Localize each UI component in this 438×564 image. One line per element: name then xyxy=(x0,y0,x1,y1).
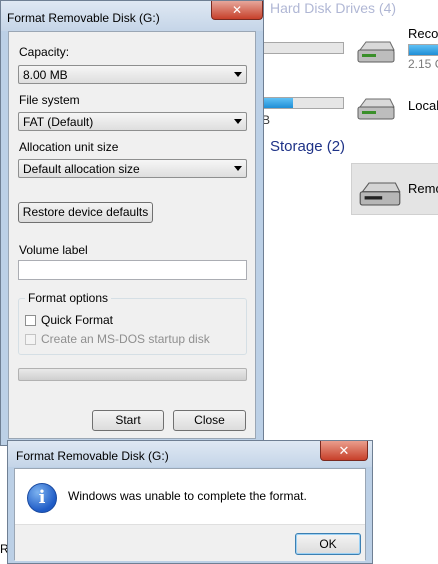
restore-device-defaults-button[interactable]: Restore device defaults xyxy=(18,202,153,223)
drive-usage-bar xyxy=(408,44,438,56)
file-system-label: File system xyxy=(19,93,80,107)
volume-label-label: Volume label xyxy=(19,243,88,257)
removable-drive-icon[interactable] xyxy=(358,180,402,208)
drive-free-space: 2.15 G xyxy=(408,57,438,71)
msdos-startup-label: Create an MS-DOS startup disk xyxy=(41,332,210,346)
message-titlebar[interactable]: Format Removable Disk (G:) xyxy=(8,441,372,467)
volume-label-input[interactable] xyxy=(18,260,247,280)
drive-label[interactable]: Remo xyxy=(408,181,438,196)
ok-button[interactable]: OK xyxy=(295,533,361,555)
hard-disk-drives-heading: Hard Disk Drives (4) xyxy=(270,0,397,16)
drive-icon[interactable] xyxy=(356,40,396,64)
chevron-down-icon xyxy=(234,166,242,171)
capacity-value: 8.00 MB xyxy=(23,68,68,82)
start-button[interactable]: Start xyxy=(92,410,164,431)
close-icon[interactable]: ✕ xyxy=(211,1,263,20)
quick-format-label[interactable]: Quick Format xyxy=(41,313,113,327)
allocation-unit-value: Default allocation size xyxy=(23,162,140,176)
format-options-group: Format options Quick Format Create an MS… xyxy=(18,291,247,355)
drive-usage-bar xyxy=(262,97,344,109)
quick-format-checkbox[interactable] xyxy=(25,315,36,326)
message-text: Windows was unable to complete the forma… xyxy=(68,489,307,503)
close-icon[interactable]: ✕ xyxy=(320,441,368,461)
format-options-label: Format options xyxy=(25,291,112,305)
drive-icon[interactable] xyxy=(356,97,396,121)
chevron-down-icon xyxy=(234,72,242,77)
info-icon: i xyxy=(27,483,57,513)
close-button[interactable]: Close xyxy=(173,410,246,431)
drive-label[interactable]: Local xyxy=(408,98,438,113)
capacity-label: Capacity: xyxy=(19,45,70,59)
format-dialog: Format Removable Disk (G:) ✕ Capacity: 8… xyxy=(0,0,264,446)
error-message-dialog: Format Removable Disk (G:) ✕ i Windows w… xyxy=(7,440,373,564)
allocation-unit-select[interactable]: Default allocation size xyxy=(18,159,247,178)
message-title: Format Removable Disk (G:) xyxy=(16,449,169,463)
format-dialog-title: Format Removable Disk (G:) xyxy=(7,11,160,25)
file-system-value: FAT (Default) xyxy=(23,115,94,129)
message-footer: OK xyxy=(15,524,365,561)
allocation-unit-label: Allocation unit size xyxy=(19,140,119,154)
format-progress-bar xyxy=(18,368,247,381)
message-body: i Windows was unable to complete the for… xyxy=(14,468,366,561)
msdos-startup-checkbox xyxy=(25,334,36,345)
file-system-select[interactable]: FAT (Default) xyxy=(18,112,247,131)
drive-label[interactable]: Recov xyxy=(408,26,438,41)
chevron-down-icon xyxy=(234,119,242,124)
capacity-select[interactable]: 8.00 MB xyxy=(18,65,247,84)
drive-usage-bar xyxy=(262,42,344,54)
devices-with-removable-storage-heading: Storage (2) xyxy=(270,138,346,155)
format-dialog-body: Capacity: 8.00 MB File system FAT (Defau… xyxy=(8,31,256,439)
